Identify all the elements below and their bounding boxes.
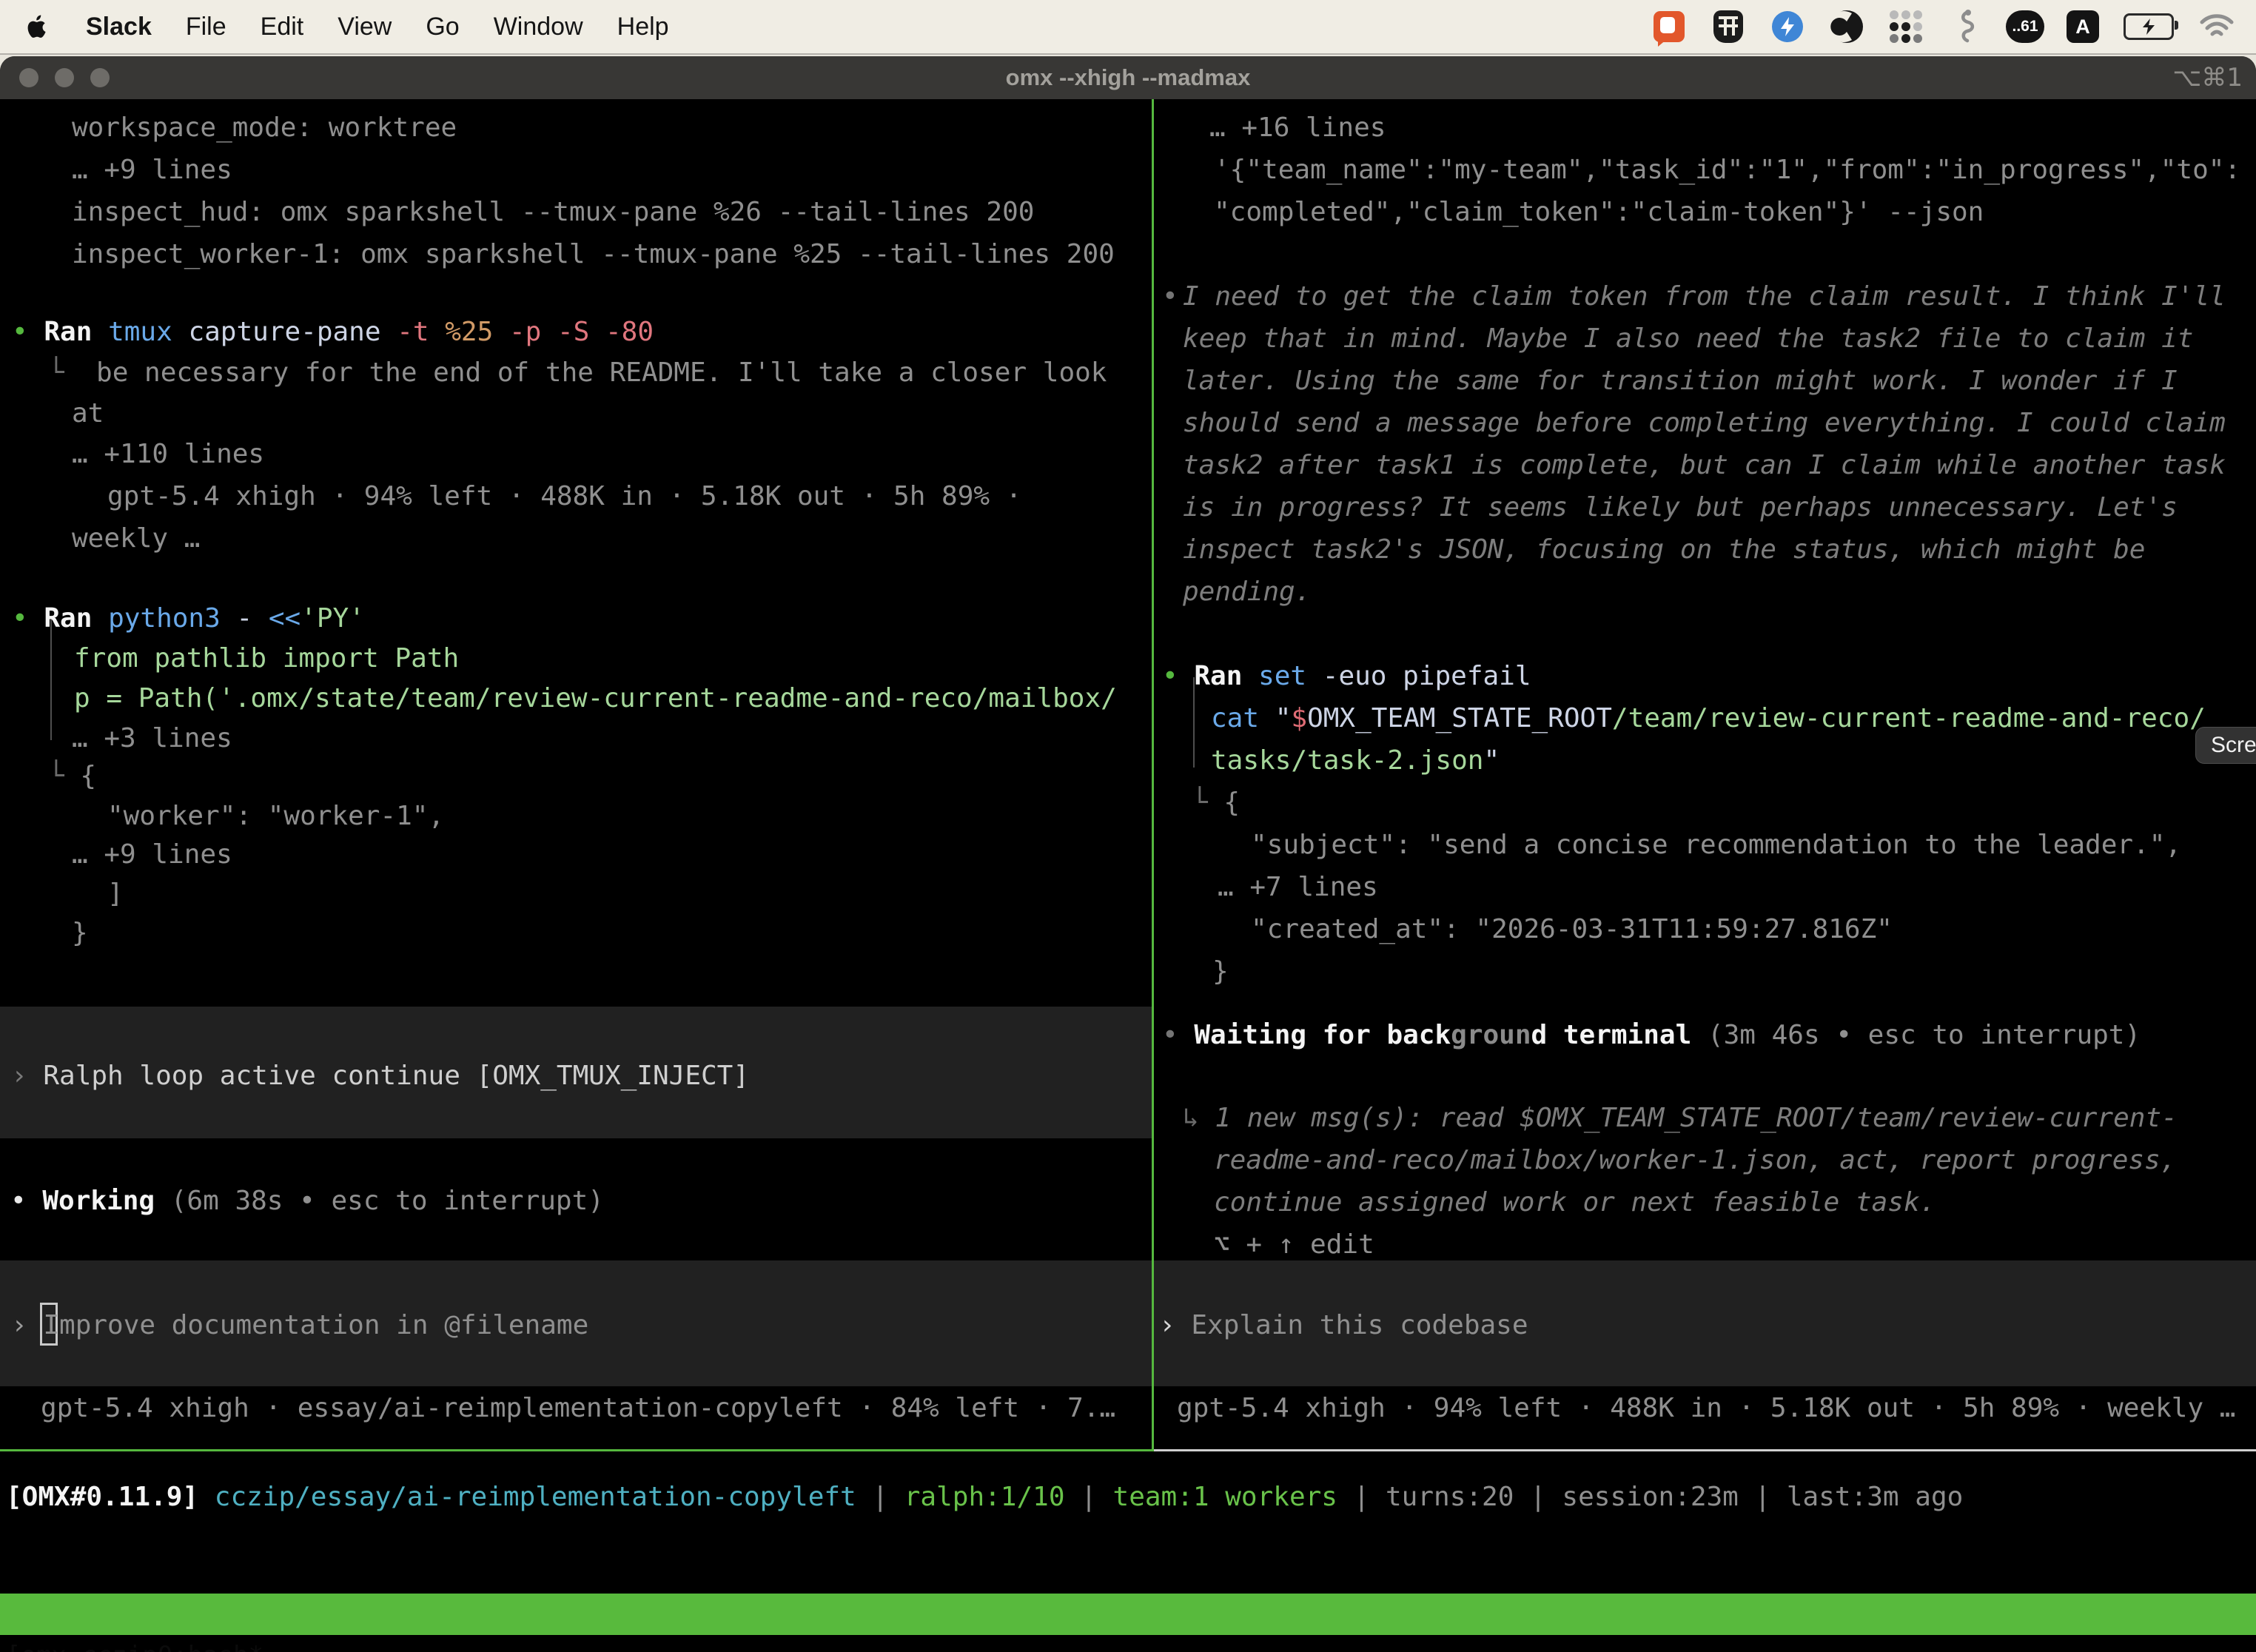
command-output-line: └ { bbox=[1192, 782, 1240, 824]
right-pane-bottom-border bbox=[1154, 1449, 2256, 1451]
ran-command-line: • Ran python3 - <<'PY' bbox=[12, 597, 365, 639]
wifi-icon[interactable] bbox=[2198, 8, 2235, 45]
macos-menu-bar: Slack File Edit View Go Window Help ..61 A bbox=[0, 0, 2256, 55]
composer-placeholder[interactable]: › Improve documentation in @filename bbox=[11, 1304, 588, 1346]
terminal-window: omx --xhigh --madmax ⌥⌘1 [omx-cczip0:bas… bbox=[0, 56, 2256, 1652]
thinking-line: keep that in mind. Maybe I also need the… bbox=[1183, 318, 2193, 360]
command-output-line: } bbox=[72, 912, 88, 954]
command-output-line: } bbox=[1212, 950, 1229, 993]
omx-session-status-line: [OMX#0.11.9] cczip/essay/ai-reimplementa… bbox=[6, 1476, 1963, 1518]
model-status-line: gpt-5.4 xhigh · essay/ai-reimplementatio… bbox=[41, 1387, 1115, 1429]
thinking-line: task2 after task1 is complete, but can I… bbox=[1183, 444, 2226, 486]
hud-output-line: inspect_hud: omx sparkshell --tmux-pane … bbox=[72, 191, 1034, 233]
command-output-line: "subject": "send a concise recommendatio… bbox=[1251, 824, 2181, 866]
code-line: p = Path('.omx/state/team/review-current… bbox=[74, 677, 1117, 719]
grid-shield-icon[interactable] bbox=[1710, 8, 1747, 45]
command-output-line: … +7 lines bbox=[1218, 866, 1378, 908]
mailbox-message-line: readme-and-reco/mailbox/worker-1.json, a… bbox=[1214, 1139, 2176, 1181]
hook-icon[interactable] bbox=[1947, 8, 1984, 45]
menu-item-window[interactable]: Window bbox=[494, 13, 583, 41]
badge-61-icon[interactable]: ..61 bbox=[2006, 10, 2044, 43]
menu-item-edit[interactable]: Edit bbox=[261, 13, 304, 41]
window-shortcut-hint: ⌥⌘1 bbox=[2172, 63, 2243, 93]
code-line: cat "$OMX_TEAM_STATE_ROOT/team/review-cu… bbox=[1211, 697, 2206, 739]
window-title: omx --xhigh --madmax bbox=[0, 64, 2256, 91]
thinking-line: inspect task2's JSON, focusing on the st… bbox=[1183, 528, 2145, 571]
mailbox-message-line: continue assigned work or next feasible … bbox=[1214, 1181, 1936, 1223]
menu-item-file[interactable]: File bbox=[186, 13, 226, 41]
waiting-status-line: • Waiting for background terminal (3m 46… bbox=[1162, 1014, 2141, 1056]
command-output-line: ] bbox=[107, 873, 124, 915]
command-output-line: weekly … bbox=[72, 517, 200, 560]
thinking-line: pending. bbox=[1183, 571, 1311, 613]
menu-item-slack[interactable]: Slack bbox=[86, 13, 152, 41]
edit-hint-line: ⌥ + ↑ edit bbox=[1214, 1223, 1374, 1266]
tmux-pane-divider[interactable] bbox=[1152, 99, 1154, 1451]
menu-bar-status-icons: ..61 A bbox=[1651, 8, 2235, 45]
apple-menu-icon[interactable] bbox=[25, 12, 50, 41]
ran-command-line: • Ran set -euo pipefail bbox=[1162, 655, 1531, 697]
thinking-line: is in progress? It seems likely but perh… bbox=[1183, 486, 2178, 528]
hud-output-line: … +16 lines bbox=[1209, 107, 1386, 149]
tmux-session-label[interactable]: [omx-cczip0:bash* bbox=[6, 1635, 263, 1652]
command-output-line: … +9 lines bbox=[72, 833, 232, 876]
command-output-line: └ { bbox=[48, 755, 96, 797]
window-title-bar: omx --xhigh --madmax ⌥⌘1 bbox=[0, 56, 2256, 99]
command-output-line: at bbox=[72, 392, 104, 434]
menu-item-go[interactable]: Go bbox=[426, 13, 459, 41]
hud-output-line: "completed","claim_token":"claim-token"}… bbox=[1214, 191, 1984, 233]
thinking-line: I need to get the claim token from the c… bbox=[1183, 275, 2226, 318]
thinking-line: later. Using the same for transition mig… bbox=[1183, 360, 2178, 402]
ralph-loop-status-line: › Ralph loop active continue [OMX_TMUX_I… bbox=[11, 1055, 749, 1097]
dots-grid-icon[interactable] bbox=[1887, 8, 1924, 45]
mailbox-message-line: ↳ 1 new msg(s): read $OMX_TEAM_STATE_ROO… bbox=[1183, 1097, 2178, 1139]
command-output-line: └ be necessary for the end of the README… bbox=[48, 352, 1107, 394]
composer-placeholder[interactable]: › Explain this codebase bbox=[1159, 1304, 1528, 1346]
command-output-line: … +110 lines bbox=[72, 433, 264, 475]
command-output-line: "worker": "worker-1", bbox=[107, 795, 444, 837]
hud-output-line: '{"team_name":"my-team","task_id":"1","f… bbox=[1214, 149, 2240, 191]
hud-output-line: workspace_mode: worktree bbox=[72, 107, 457, 149]
terminal-content: [omx-cczip0:bash* "MacBook-Pro-44.local"… bbox=[0, 99, 2256, 1652]
lightning-circle-icon[interactable] bbox=[1769, 8, 1806, 45]
code-line: from pathlib import Path bbox=[74, 637, 459, 679]
thinking-bullet: • bbox=[1162, 275, 1178, 318]
working-status-line: • Working (6m 38s • esc to interrupt) bbox=[10, 1180, 604, 1222]
command-output-line: "created_at": "2026-03-31T11:59:27.816Z" bbox=[1251, 908, 1893, 950]
left-pane-bottom-border bbox=[0, 1449, 1152, 1451]
chat-app-icon[interactable] bbox=[1651, 8, 1688, 45]
command-output-line: gpt-5.4 xhigh · 94% left · 488K in · 5.1… bbox=[107, 475, 1021, 517]
ran-command-line: • Ran tmux capture-pane -t %25 -p -S -80 bbox=[12, 311, 654, 353]
hud-output-line: … +9 lines bbox=[72, 149, 232, 191]
menu-item-view[interactable]: View bbox=[338, 13, 392, 41]
model-status-line: gpt-5.4 xhigh · 94% left · 488K in · 5.1… bbox=[1177, 1387, 2235, 1429]
battery-charging-icon[interactable] bbox=[2121, 8, 2176, 45]
letter-a-icon[interactable]: A bbox=[2067, 10, 2099, 43]
hud-output-line: inspect_worker-1: omx sparkshell --tmux-… bbox=[72, 233, 1115, 275]
app-menus: Slack File Edit View Go Window Help bbox=[86, 13, 669, 41]
command-output-line: … +3 lines bbox=[72, 717, 232, 759]
tmux-status-bar: [omx-cczip0:bash* "MacBook-Pro-44.local"… bbox=[0, 1594, 2256, 1635]
thinking-line: should send a message before completing … bbox=[1183, 402, 2226, 444]
menu-item-help[interactable]: Help bbox=[617, 13, 669, 41]
code-line: tasks/task-2.json" bbox=[1211, 739, 1500, 782]
screen-tooltip: Scre bbox=[2195, 727, 2256, 764]
crescent-circle-icon[interactable] bbox=[1828, 8, 1865, 45]
